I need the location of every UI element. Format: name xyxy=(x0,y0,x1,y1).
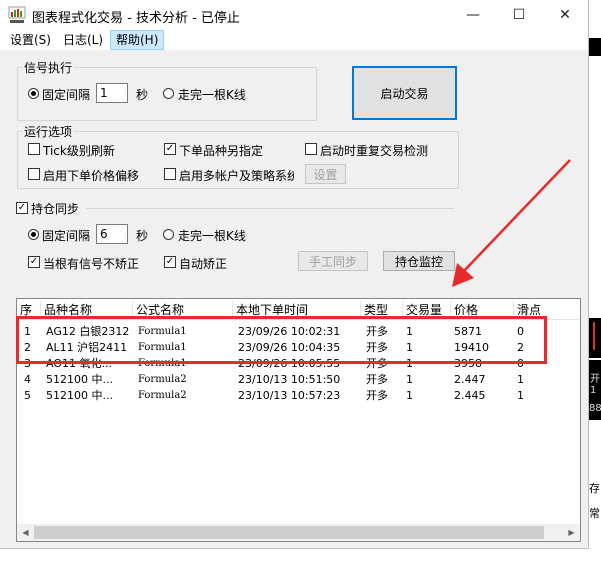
multi-account-label: 启用多帐户及策略系统 xyxy=(179,169,294,183)
sync-interval-input[interactable]: 6 xyxy=(96,224,128,244)
cell-symbol: 512100 中... xyxy=(46,373,113,386)
sync-fixed-interval-radio[interactable] xyxy=(28,229,39,240)
menu-help[interactable]: 帮助(H) xyxy=(110,30,165,50)
signal-fixed-interval-label: 固定间隔 xyxy=(42,88,91,102)
no-signal-checkbox[interactable]: ✓ xyxy=(28,256,40,268)
cell-formula: Formula2 xyxy=(138,390,187,401)
annotation-arrow-icon xyxy=(452,159,571,287)
title-bar: 图表程式化交易 - 技术分析 - 已停止 — ☐ ✕ xyxy=(0,0,588,30)
price-offset-checkbox[interactable] xyxy=(28,168,40,180)
scroll-thumb[interactable] xyxy=(34,526,544,539)
main-window: 图表程式化交易 - 技术分析 - 已停止 — ☐ ✕ 设置(S) 日志(L) 帮… xyxy=(0,0,589,549)
cell-index: 5 xyxy=(24,389,31,402)
menu-settings[interactable]: 设置(S) xyxy=(5,31,56,49)
position-sync-checkbox[interactable]: ✓ xyxy=(16,202,28,214)
table-row[interactable]: 5 512100 中... Formula2 23/10/13 10:57:23… xyxy=(17,388,580,404)
menu-bar: 设置(S) 日志(L) 帮助(H) xyxy=(0,30,588,50)
scroll-right-icon[interactable]: ▶ xyxy=(563,524,580,541)
highlight-annotation-box xyxy=(16,316,547,364)
auto-correct-checkbox[interactable]: ✓ xyxy=(164,256,176,268)
signal-interval-input[interactable]: 1 xyxy=(96,83,128,103)
signal-walk-bar-radio[interactable] xyxy=(163,88,174,99)
manual-sync-button[interactable]: 手工同步 xyxy=(298,251,368,271)
multi-account-checkbox[interactable] xyxy=(164,168,176,180)
bg-text-a: 开 xyxy=(590,374,600,385)
signal-exec-title: 信号执行 xyxy=(22,59,75,76)
position-sync-label: 持仓同步 xyxy=(31,202,80,216)
order-symbol-label: 下单品种另指定 xyxy=(179,144,264,158)
no-signal-label: 当根有信号不矫正 xyxy=(43,257,140,271)
scroll-left-icon[interactable]: ◀ xyxy=(17,524,34,541)
run-options-title: 运行选项 xyxy=(22,123,75,140)
bg-text-d: 存 xyxy=(589,482,600,495)
repeat-check-label: 启动时重复交易检测 xyxy=(320,144,429,158)
cell-price: 2.445 xyxy=(454,389,486,402)
order-symbol-checkbox[interactable]: ✓ xyxy=(164,143,176,155)
signal-fixed-interval-radio[interactable] xyxy=(28,88,39,99)
bg-dark-chart-block xyxy=(589,318,601,358)
bg-dark-block xyxy=(589,38,601,56)
close-button[interactable]: ✕ xyxy=(542,0,588,30)
sync-fixed-interval-label: 固定间隔 xyxy=(42,229,91,243)
app-logo-icon xyxy=(8,6,26,24)
start-trading-button[interactable]: 启动交易 xyxy=(352,66,457,120)
cell-time: 23/10/13 10:51:50 xyxy=(238,373,341,386)
auto-correct-label: 自动矫正 xyxy=(179,257,228,271)
minimize-button[interactable]: — xyxy=(450,0,496,30)
cell-type: 开多 xyxy=(366,389,388,402)
window-title: 图表程式化交易 - 技术分析 - 已停止 xyxy=(32,11,240,26)
bg-text-c: 88 xyxy=(589,403,601,414)
sync-seconds-label: 秒 xyxy=(136,229,149,243)
cell-index: 4 xyxy=(24,373,31,386)
cell-volume: 1 xyxy=(406,373,413,386)
repeat-check-checkbox[interactable] xyxy=(305,143,317,155)
settings-button[interactable]: 设置 xyxy=(305,164,346,184)
price-offset-label: 启用下单价格偏移 xyxy=(43,169,140,183)
cell-time: 23/10/13 10:57:23 xyxy=(238,389,341,402)
sync-walk-bar-radio[interactable] xyxy=(163,229,174,240)
cell-volume: 1 xyxy=(406,389,413,402)
position-sync-divider xyxy=(86,208,454,209)
bg-red-line xyxy=(593,322,595,350)
bg-text-e: 常 xyxy=(589,507,600,520)
cell-type: 开多 xyxy=(366,373,388,386)
table-horizontal-scrollbar[interactable]: ◀ ▶ xyxy=(17,524,580,541)
cell-slippage: 1 xyxy=(517,389,524,402)
cell-symbol: 512100 中... xyxy=(46,389,113,402)
tick-refresh-label: Tick级别刷新 xyxy=(43,144,115,158)
table-row[interactable]: 4 512100 中... Formula2 23/10/13 10:51:50… xyxy=(17,372,580,388)
cell-formula: Formula2 xyxy=(138,374,187,385)
signal-walk-bar-label: 走完一根K线 xyxy=(178,88,246,102)
bg-text-b: 1 xyxy=(590,385,597,396)
signal-seconds-label: 秒 xyxy=(136,88,149,102)
background-window-strip: 开 1 88 存 常 xyxy=(589,0,601,567)
cell-price: 2.447 xyxy=(454,373,486,386)
menu-log[interactable]: 日志(L) xyxy=(58,31,108,49)
sync-walk-bar-label: 走完一根K线 xyxy=(178,229,246,243)
tick-refresh-checkbox[interactable] xyxy=(28,143,40,155)
cell-slippage: 1 xyxy=(517,373,524,386)
maximize-button[interactable]: ☐ xyxy=(496,0,542,30)
